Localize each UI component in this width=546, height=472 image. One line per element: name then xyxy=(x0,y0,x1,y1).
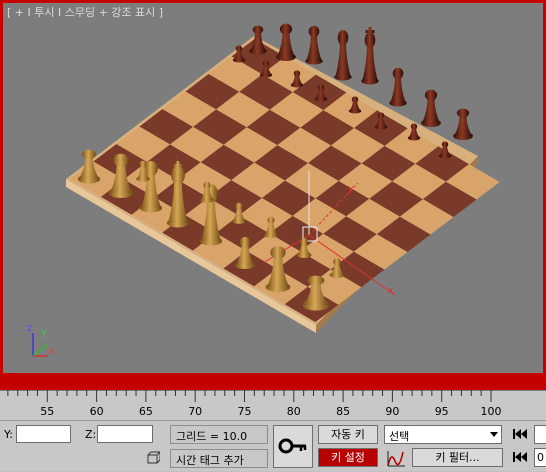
chevron-down-icon xyxy=(490,432,498,437)
set-key-mode-button[interactable] xyxy=(273,425,313,468)
add-time-tag[interactable]: 시간 태그 추가 xyxy=(170,449,268,468)
axis-tripod-icon: z y x xyxy=(27,323,54,357)
dark-knight-piece xyxy=(276,23,296,61)
chess-scene: x y z y x xyxy=(27,23,500,357)
trackbar-frame-label: 55 xyxy=(40,405,55,418)
y-coord-field[interactable] xyxy=(16,425,71,443)
axis-y-label: y xyxy=(41,327,47,338)
status-bar: Y: Z: 그리드 = 10.0 시간 태그 추가 자동 키 키 설정 선택 키… xyxy=(0,420,546,471)
time-config-field[interactable] xyxy=(534,425,546,444)
axis-x-label: x xyxy=(48,346,54,357)
gizmo-y-label: y xyxy=(348,184,354,194)
y-coord-label: Y: xyxy=(4,428,13,441)
set-key-button[interactable]: 키 설정 xyxy=(318,448,378,467)
go-to-start-icon[interactable] xyxy=(511,426,529,442)
key-icon xyxy=(278,438,307,454)
trackbar-frame-label: 80 xyxy=(286,405,301,418)
z-coord-label: Z: xyxy=(85,428,97,441)
grid-readout: 그리드 = 10.0 xyxy=(170,425,268,444)
trackbar-frame-label: 85 xyxy=(336,405,351,418)
perspective-viewport[interactable]: x y z y x [ + I 투시 I 스무딩 + 강조 표시 ] xyxy=(0,0,546,390)
trackbar-frame-label: 100 xyxy=(480,405,502,418)
axis-z-label: z xyxy=(27,323,32,334)
trackbar-frame-label: 95 xyxy=(434,405,449,418)
active-viewport-border xyxy=(0,373,546,390)
dark-bishop-piece xyxy=(305,25,323,65)
selection-set-dropdown[interactable]: 선택 xyxy=(384,425,502,444)
dark-king-piece xyxy=(361,27,379,85)
dark-bishop-piece xyxy=(389,67,407,107)
selection-set-value: 선택 xyxy=(389,430,410,443)
trackbar-frame-label: 70 xyxy=(188,405,203,418)
trackbar-ticks xyxy=(0,390,546,402)
viewport-label-menu[interactable]: [ + I 투시 I 스무딩 + 강조 표시 ] xyxy=(7,4,163,20)
time-tag-icon[interactable] xyxy=(146,451,162,465)
z-coord-field[interactable] xyxy=(97,425,153,443)
trackbar[interactable]: 55 60 65 70 75 80 85 90 95 100 xyxy=(0,390,546,420)
dark-knight-piece xyxy=(421,89,441,127)
current-frame-field[interactable]: 0 xyxy=(534,448,546,467)
auto-key-button[interactable]: 자동 키 xyxy=(318,425,378,444)
key-filters-button[interactable]: 키 필터... xyxy=(412,448,503,467)
trackbar-frame-label: 60 xyxy=(89,405,104,418)
tangent-curve-icon[interactable] xyxy=(385,449,407,468)
dark-queen-piece xyxy=(334,29,352,81)
trackbar-frame-label: 65 xyxy=(138,405,153,418)
dark-rook-piece xyxy=(453,108,473,140)
previous-frame-icon[interactable] xyxy=(511,449,529,465)
trackbar-frame-label: 90 xyxy=(385,405,400,418)
gizmo-x-label: x xyxy=(388,286,394,296)
trackbar-frame-label: 75 xyxy=(237,405,252,418)
